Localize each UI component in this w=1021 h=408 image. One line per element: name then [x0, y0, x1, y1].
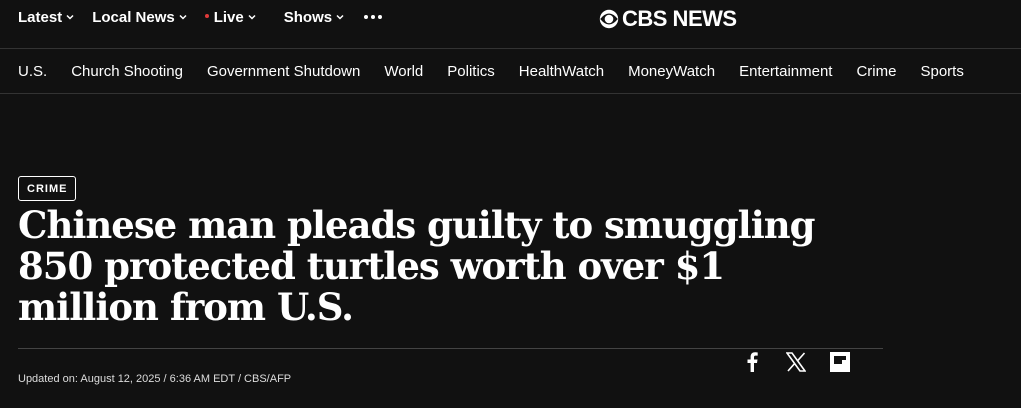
nav-live[interactable]: Live [204, 8, 256, 26]
chevron-down-icon [248, 14, 256, 20]
x-icon[interactable] [784, 350, 808, 374]
article-byline: Updated on: August 12, 2025 / 6:36 AM ED… [18, 373, 292, 385]
category-badge[interactable]: CRIME [18, 176, 77, 201]
nav-shows-label: Shows [283, 8, 333, 26]
logo-text: CBS NEWS [622, 6, 737, 31]
section-sports[interactable]: Sports [920, 63, 963, 80]
divider [18, 348, 883, 349]
nav-shows[interactable]: Shows [284, 9, 344, 26]
more-menu-icon[interactable] [364, 15, 383, 19]
nav-latest[interactable]: Latest [18, 9, 74, 26]
section-church-shooting[interactable]: Church Shooting [71, 63, 183, 80]
cbs-news-logo[interactable]: CBS NEWS [599, 6, 737, 32]
section-us[interactable]: U.S. [18, 63, 47, 80]
chevron-down-icon [179, 14, 187, 20]
section-nav: U.S. Church Shooting Government Shutdown… [0, 49, 1021, 94]
section-government-shutdown[interactable]: Government Shutdown [207, 63, 360, 80]
cbs-eye-icon [599, 9, 619, 29]
share-bar [740, 350, 872, 374]
live-dot-icon [204, 14, 209, 18]
nav-local-news-label: Local News [92, 8, 175, 26]
section-moneywatch[interactable]: MoneyWatch [628, 63, 715, 80]
nav-live-label: Live [213, 8, 244, 26]
nav-local-news[interactable]: Local News [92, 9, 187, 26]
section-world[interactable]: World [384, 63, 423, 80]
article-headline: Chinese man pleads guilty to smuggling 8… [18, 203, 816, 329]
section-politics[interactable]: Politics [447, 63, 495, 80]
section-entertainment[interactable]: Entertainment [739, 63, 832, 80]
section-healthwatch[interactable]: HealthWatch [519, 63, 604, 80]
top-bar: Latest Local News Live Shows CBS NEWS [0, 0, 1021, 49]
chevron-down-icon [66, 14, 74, 20]
flipboard-icon[interactable] [828, 350, 852, 374]
facebook-icon[interactable] [740, 350, 764, 374]
top-nav: Latest Local News Live Shows [18, 0, 383, 34]
section-crime[interactable]: Crime [856, 63, 896, 80]
chevron-down-icon [336, 14, 344, 20]
nav-latest-label: Latest [18, 8, 63, 26]
